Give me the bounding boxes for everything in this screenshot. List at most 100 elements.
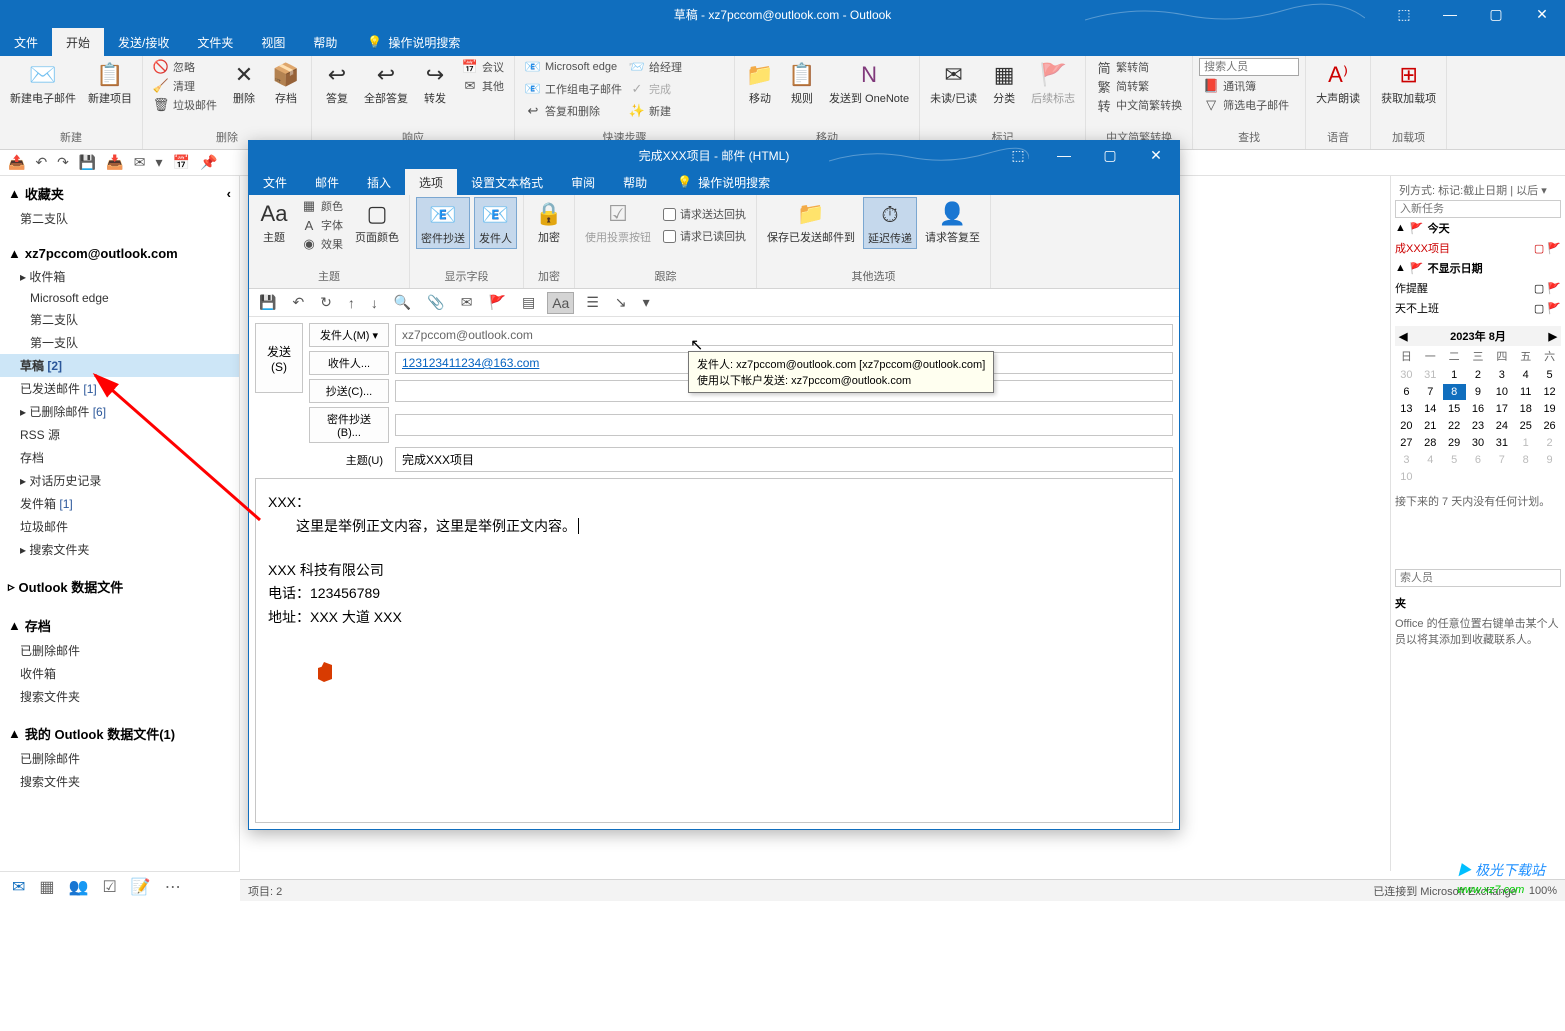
bcc-button[interactable]: 密件抄送(B)... [309, 407, 389, 443]
inbox-folder[interactable]: ▸ 收件箱 [0, 265, 239, 288]
conv-button[interactable]: 转中文简繁转换 [1092, 96, 1186, 114]
qs-team[interactable]: 📧工作组电子邮件 [521, 80, 621, 98]
direct-replies-button[interactable]: 👤请求答复至 [921, 197, 984, 247]
message-body[interactable]: XXX： 这里是举例正文内容，这里是举例正文内容。 XXX 科技有限公司 电话：… [255, 478, 1173, 823]
cqat-up-icon[interactable]: ↑ [344, 293, 359, 313]
cqat-redo-icon[interactable]: ↻ [316, 292, 336, 313]
todo-today-header[interactable]: ▲🚩今天 [1395, 218, 1561, 238]
cqat-attach-icon[interactable]: 📎 [423, 292, 448, 313]
cal-next[interactable]: ▶ [1549, 330, 1557, 343]
mydata-search[interactable]: 搜索文件夹 [0, 770, 239, 793]
qat-calendar-icon[interactable]: 📅 [173, 154, 190, 171]
tasks-view-icon[interactable]: ☑ [102, 877, 116, 897]
cqat-mail-icon[interactable]: ✉ [457, 292, 477, 313]
cqat-zoom-icon[interactable]: 🔍 [390, 292, 415, 313]
cqat-down-icon[interactable]: ↓ [367, 293, 382, 313]
filter-email-button[interactable]: ▽筛选电子邮件 [1199, 96, 1299, 114]
ctab-options[interactable]: 选项 [405, 169, 457, 195]
favorites-header[interactable]: ▲收藏夹‹ [0, 180, 239, 207]
qs-manager[interactable]: 📨给经理 [625, 58, 715, 76]
qat-flag-icon[interactable]: 📌 [200, 154, 217, 171]
qat-redo-icon[interactable]: ↷ [57, 154, 69, 171]
tab-folder[interactable]: 文件夹 [183, 28, 247, 56]
inbox-edge[interactable]: Microsoft edge [0, 288, 239, 308]
mail-view-icon[interactable]: ✉ [12, 877, 25, 897]
read-aloud-button[interactable]: A⁾大声朗读 [1312, 58, 1364, 108]
move-button[interactable]: 📁移动 [741, 58, 779, 108]
cqat-flag-icon[interactable]: 🚩 [485, 292, 510, 313]
calendar-grid[interactable]: 日一二三四五六303112345678910111213141516171819… [1395, 346, 1561, 485]
search-people-input[interactable] [1199, 58, 1299, 76]
arrangeby-label[interactable]: 列方式: 标记:截止日期 | 以后 ▾ [1395, 180, 1561, 200]
ctab-file[interactable]: 文件 [249, 169, 301, 195]
inbox-team2[interactable]: 第二支队 [0, 308, 239, 331]
bcc-toggle[interactable]: 📧密件抄送 [416, 197, 470, 249]
compose-close-icon[interactable]: ✕ [1133, 141, 1179, 169]
history-folder[interactable]: ▸ 对话历史记录 [0, 469, 239, 492]
archive-folder[interactable]: 存档 [0, 446, 239, 469]
drafts-folder[interactable]: 草稿 [2] [0, 354, 239, 377]
from-toggle[interactable]: 📧发件人 [474, 197, 517, 249]
delay-delivery-button[interactable]: ⏱延迟传递 [863, 197, 917, 249]
from-value[interactable]: xz7pccom@outlook.com [395, 324, 1173, 346]
cqat-save-icon[interactable]: 💾 [255, 292, 280, 313]
qat-print-icon[interactable]: 📥 [106, 154, 123, 171]
voting-button[interactable]: ☑使用投票按钮 [581, 197, 655, 247]
archive-search[interactable]: 搜索文件夹 [0, 685, 239, 708]
qs-edge[interactable]: 📧Microsoft edge [521, 58, 621, 76]
t2s-button[interactable]: 繁简转繁 [1092, 77, 1186, 95]
to-button[interactable]: 收件人... [309, 351, 389, 375]
ribbon-display-options-icon[interactable]: ⬚ [1381, 0, 1427, 28]
archive-deleted[interactable]: 已删除邮件 [0, 639, 239, 662]
compose-maximize-icon[interactable]: ▢ [1087, 141, 1133, 169]
colors-button[interactable]: ▦颜色 [297, 197, 347, 215]
ctab-format[interactable]: 设置文本格式 [457, 169, 557, 195]
archive-header[interactable]: ▲存档 [0, 612, 239, 639]
followup-button[interactable]: 🚩后续标志 [1027, 58, 1079, 108]
archive-inbox[interactable]: 收件箱 [0, 662, 239, 685]
cqat-category-icon[interactable]: ▤ [518, 292, 539, 313]
qs-new[interactable]: ✨新建 [625, 102, 715, 120]
fonts-button[interactable]: A字体 [297, 216, 347, 234]
ctab-help[interactable]: 帮助 [609, 169, 661, 195]
reply-button[interactable]: ↩答复 [318, 58, 356, 108]
forward-button[interactable]: ↪转发 [416, 58, 454, 108]
tab-sendreceive[interactable]: 发送/接收 [104, 28, 183, 56]
qat-more-icon[interactable]: ▾ [156, 154, 163, 171]
new-items-button[interactable]: 📋新建项目 [84, 58, 136, 108]
cal-prev[interactable]: ◀ [1399, 330, 1407, 343]
effects-button[interactable]: ◉效果 [297, 235, 347, 253]
search-people-side[interactable] [1395, 569, 1561, 587]
tell-me-search[interactable]: 💡 操作说明搜索 [351, 28, 460, 56]
todo-nodate-header[interactable]: ▲🚩不显示日期 [1395, 258, 1561, 278]
get-addins-button[interactable]: ⊞获取加载项 [1377, 58, 1440, 108]
archive-button[interactable]: 📦存档 [267, 58, 305, 108]
tab-home[interactable]: 开始 [52, 28, 104, 56]
clean-button[interactable]: 🧹清理 [149, 77, 221, 95]
qat-send-icon[interactable]: 📤 [8, 154, 25, 171]
tab-help[interactable]: 帮助 [299, 28, 351, 56]
compose-tell-me[interactable]: 💡操作说明搜索 [661, 169, 770, 195]
compose-minimize-icon[interactable]: — [1041, 141, 1087, 169]
outbox-folder[interactable]: 发件箱 [1] [0, 492, 239, 515]
todo-item-project[interactable]: 成XXX项目▢ 🚩 [1395, 238, 1561, 258]
ctab-message[interactable]: 邮件 [301, 169, 353, 195]
sent-folder[interactable]: 已发送邮件 [1] [0, 377, 239, 400]
rules-button[interactable]: 📋规则 [783, 58, 821, 108]
reply-all-button[interactable]: ↩全部答复 [360, 58, 412, 108]
send-button[interactable]: 发送 (S) [255, 323, 303, 393]
page-color-button[interactable]: ▢页面颜色 [351, 197, 403, 247]
ignore-button[interactable]: 🚫忽略 [149, 58, 221, 76]
cqat-more-icon[interactable]: ▾ [639, 292, 654, 313]
calendar-view-icon[interactable]: ▦ [39, 877, 54, 897]
delivery-receipt-checkbox[interactable]: 请求送达回执 [659, 205, 750, 223]
meeting-button[interactable]: 📅会议 [458, 58, 508, 76]
tab-file[interactable]: 文件 [0, 28, 52, 56]
deleted-folder[interactable]: ▸ 已删除邮件 [6] [0, 400, 239, 423]
unread-button[interactable]: ✉未读/已读 [926, 58, 981, 108]
mydata-header[interactable]: ▲我的 Outlook 数据文件(1) [0, 720, 239, 747]
read-receipt-checkbox[interactable]: 请求已读回执 [659, 227, 750, 245]
qat-save-icon[interactable]: 💾 [79, 154, 96, 171]
cqat-aa-icon[interactable]: Aa [547, 292, 574, 314]
s2t-button[interactable]: 简繁转简 [1092, 58, 1186, 76]
